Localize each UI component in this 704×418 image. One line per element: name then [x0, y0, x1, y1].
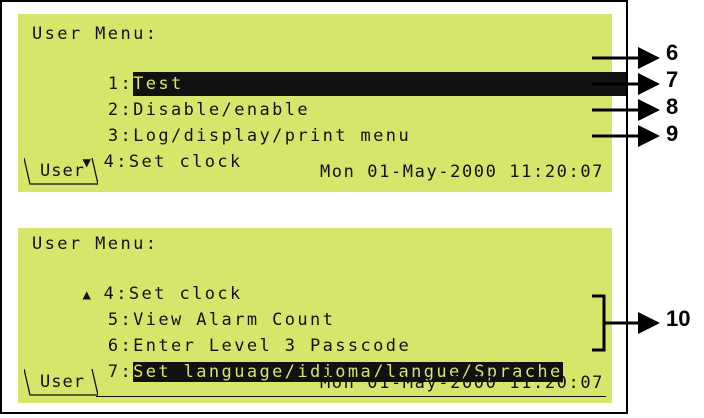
callout-label-10: 10 [666, 306, 691, 331]
callout-bracket-10 [592, 294, 660, 352]
callout-arrow-8 [592, 99, 660, 121]
callout-arrows [592, 47, 660, 352]
callout-label-7: 7 [666, 67, 679, 92]
callout-label-9: 9 [666, 121, 679, 146]
callout-label-6: 6 [666, 40, 679, 65]
callout-arrow-6 [592, 47, 660, 69]
callout-arrow-7 [592, 73, 660, 95]
callout-label-8: 8 [666, 94, 679, 119]
callout-arrow-9 [592, 125, 660, 147]
